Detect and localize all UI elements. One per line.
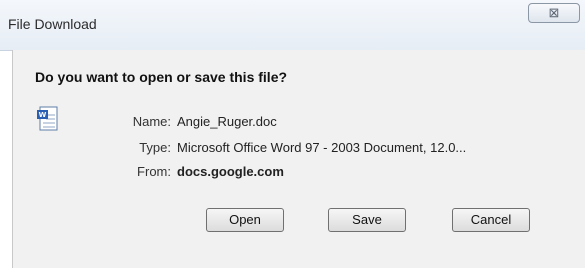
file-source-value: docs.google.com [177, 164, 284, 179]
save-button[interactable]: Save [328, 208, 406, 232]
title-bar: File Download ⊠ [0, 0, 585, 51]
file-type-label: Type: [139, 140, 171, 155]
file-type-row: Type: Microsoft Office Word 97 - 2003 Doc… [103, 140, 466, 155]
close-icon: ⊠ [548, 5, 560, 20]
word-document-icon: W [37, 106, 58, 131]
file-name-value: Angie_Ruger.doc [177, 114, 277, 129]
cancel-button[interactable]: Cancel [452, 208, 530, 232]
file-source-row: From: docs.google.com [103, 164, 284, 179]
dialog-body: Do you want to open or save this file? W… [12, 50, 585, 268]
svg-text:W: W [39, 111, 47, 119]
file-source-label: From: [137, 164, 171, 179]
file-name-row: Name: Angie_Ruger.doc [103, 114, 277, 129]
window-title: File Download [8, 16, 97, 32]
file-download-dialog: File Download ⊠ Do you want to open or s… [0, 0, 585, 268]
open-button[interactable]: Open [206, 208, 284, 232]
close-button[interactable]: ⊠ [528, 3, 580, 23]
dialog-question: Do you want to open or save this file? [35, 69, 288, 85]
file-type-value: Microsoft Office Word 97 - 2003 Document… [177, 140, 467, 155]
file-name-label: Name: [132, 114, 171, 129]
